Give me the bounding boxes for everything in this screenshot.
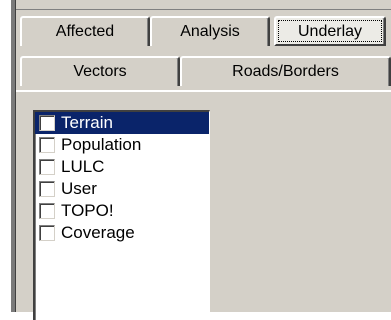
checkbox-coverage[interactable] [39, 225, 55, 241]
checkbox-user[interactable] [39, 181, 55, 197]
list-item-coverage[interactable]: Coverage [35, 222, 209, 244]
underlay-checklist[interactable]: Terrain Population LULC User TOPO! Cover… [33, 110, 210, 320]
list-item-terrain[interactable]: Terrain [35, 112, 209, 134]
list-item-label: LULC [61, 157, 105, 176]
tab-underlay[interactable]: Underlay [274, 16, 386, 46]
checkbox-population[interactable] [39, 137, 55, 153]
list-item-topo[interactable]: TOPO! [35, 200, 209, 222]
underlay-panel: Terrain Population LULC User TOPO! Cover… [16, 90, 391, 320]
tab-roads-borders[interactable]: Roads/Borders [180, 56, 391, 86]
list-item-label: Coverage [61, 223, 135, 242]
tab-vectors[interactable]: Vectors [20, 56, 180, 86]
checkbox-lulc[interactable] [39, 159, 55, 175]
list-item-user[interactable]: User [35, 178, 209, 200]
checkbox-topo[interactable] [39, 203, 55, 219]
checkbox-terrain[interactable] [39, 115, 55, 131]
list-item-lulc[interactable]: LULC [35, 156, 209, 178]
tab-affected[interactable]: Affected [20, 16, 150, 46]
list-item-label: Population [61, 135, 142, 154]
tab-row-top: Affected Analysis Underlay [16, 14, 391, 50]
list-item-label: Terrain [61, 113, 113, 132]
list-item-label: User [61, 179, 97, 198]
tab-row-bottom: Vectors Roads/Borders [16, 54, 391, 90]
list-item-population[interactable]: Population [35, 134, 209, 156]
tab-analysis[interactable]: Analysis [150, 16, 270, 46]
list-item-label: TOPO! [61, 201, 114, 220]
top-strip [16, 0, 391, 10]
